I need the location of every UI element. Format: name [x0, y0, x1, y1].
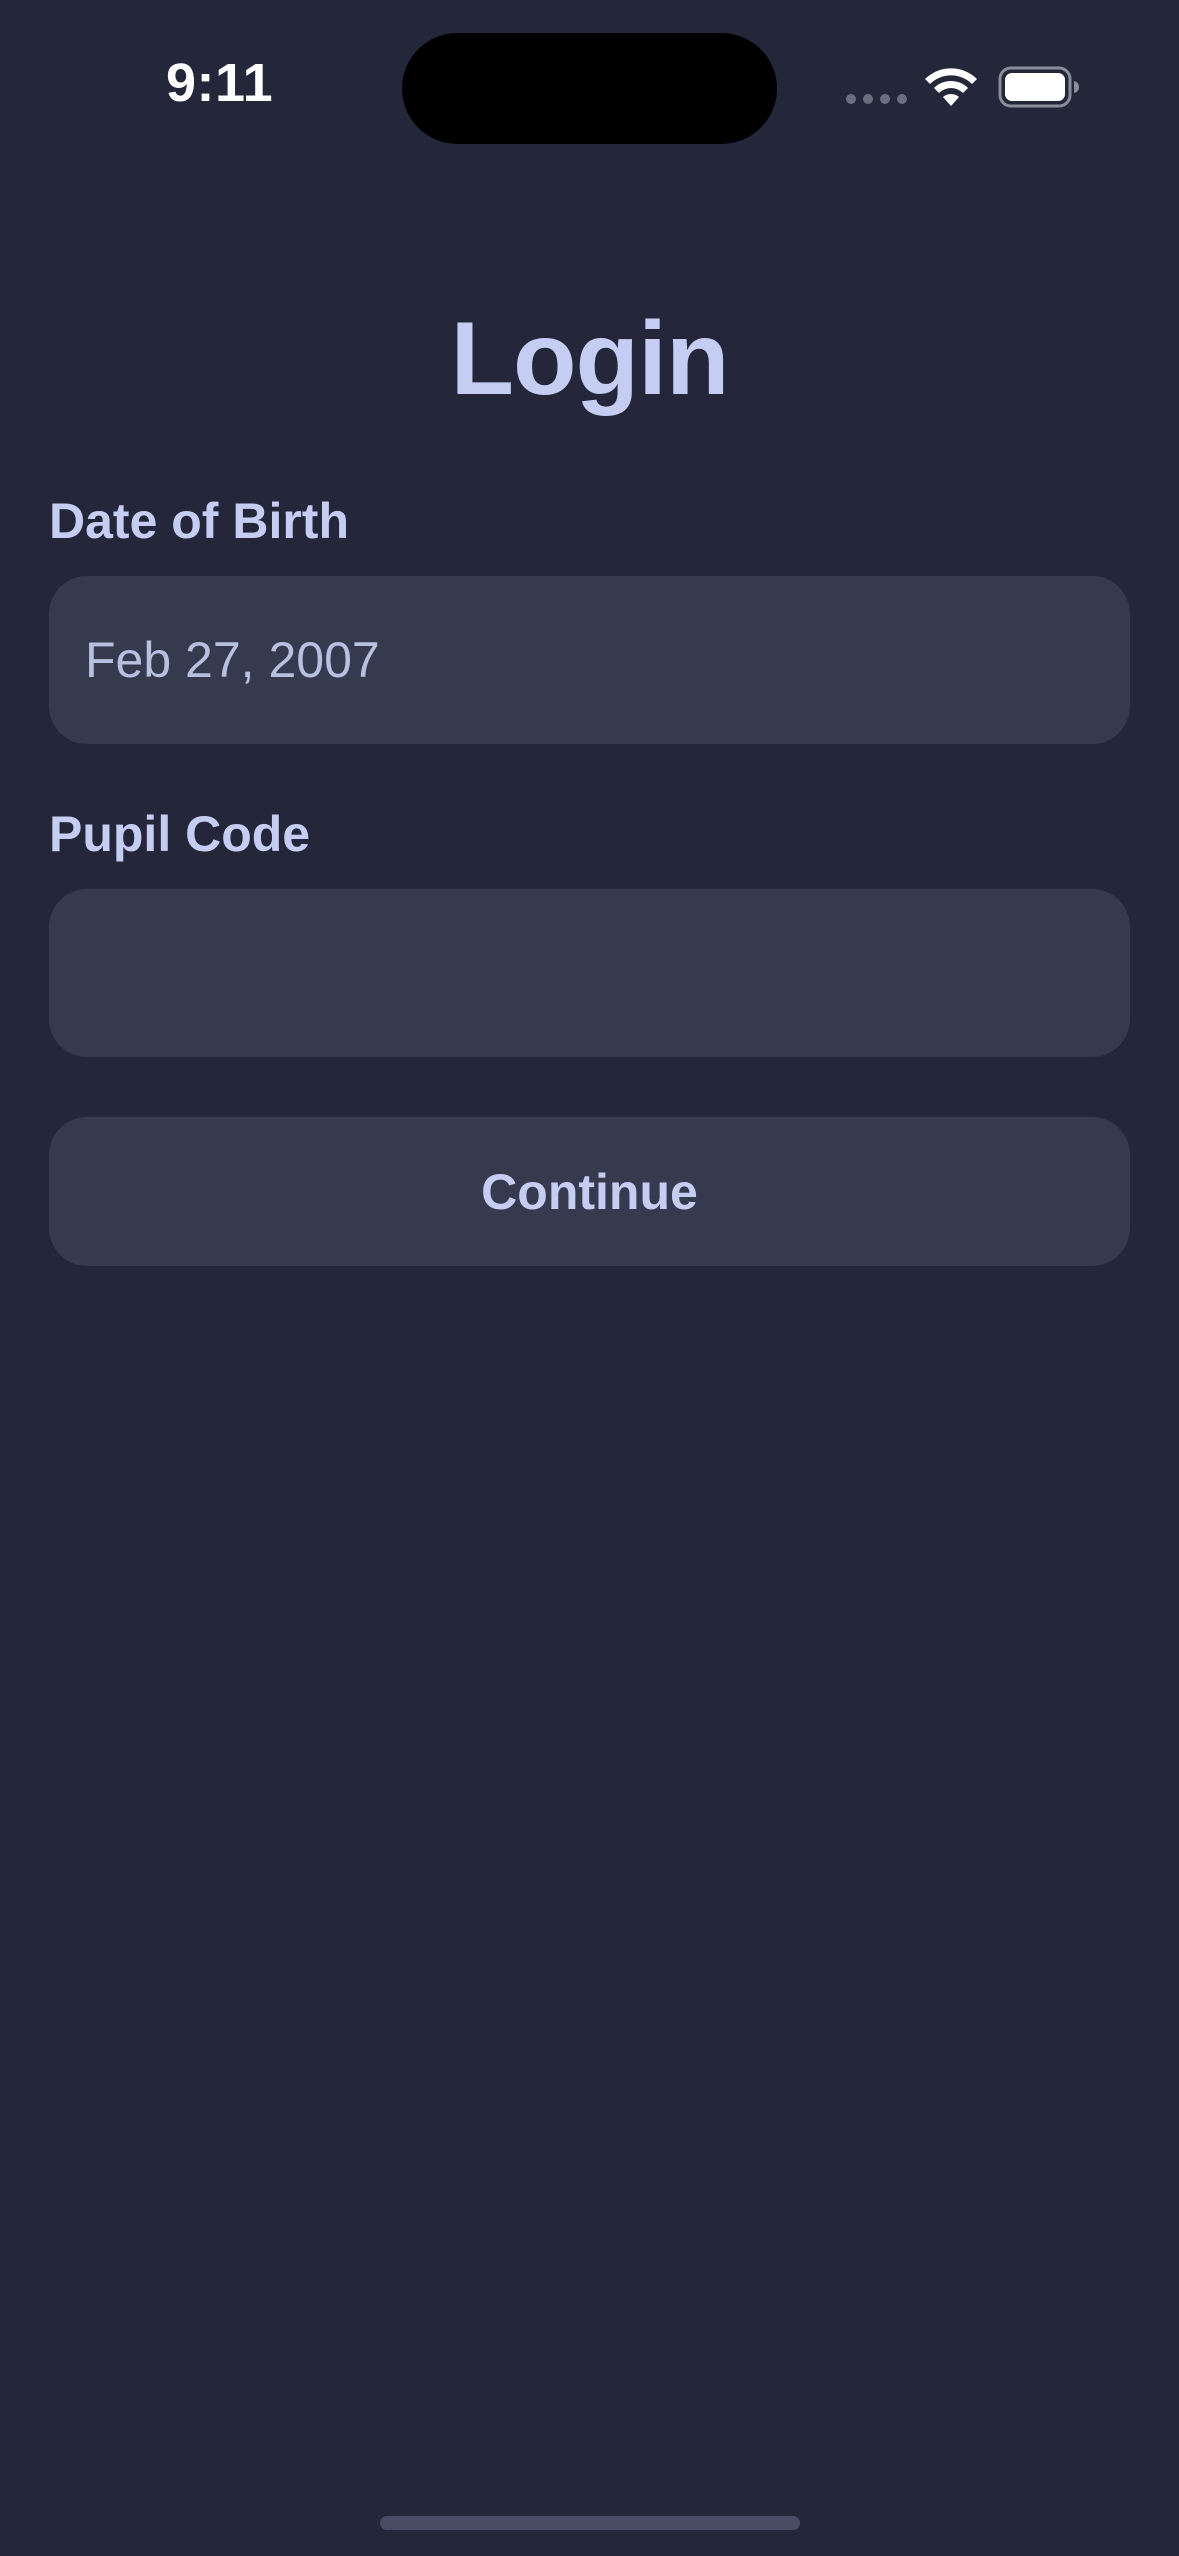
date-of-birth-value: Feb 27, 2007	[85, 632, 380, 688]
cellular-signal-icon	[846, 94, 907, 104]
continue-button-label: Continue	[481, 1163, 698, 1220]
date-of-birth-field[interactable]: Feb 27, 2007	[49, 576, 1130, 744]
date-of-birth-label: Date of Birth	[49, 493, 349, 549]
page-title: Login	[450, 301, 729, 417]
continue-button[interactable]: Continue	[49, 1117, 1130, 1266]
pupil-code-label: Pupil Code	[49, 806, 311, 862]
battery-icon	[998, 66, 1079, 108]
status-time: 9:11	[166, 53, 274, 113]
pupil-code-field[interactable]	[49, 889, 1130, 1057]
dynamic-island	[402, 33, 777, 144]
home-indicator[interactable]	[380, 2516, 800, 2530]
wifi-icon	[925, 68, 977, 106]
